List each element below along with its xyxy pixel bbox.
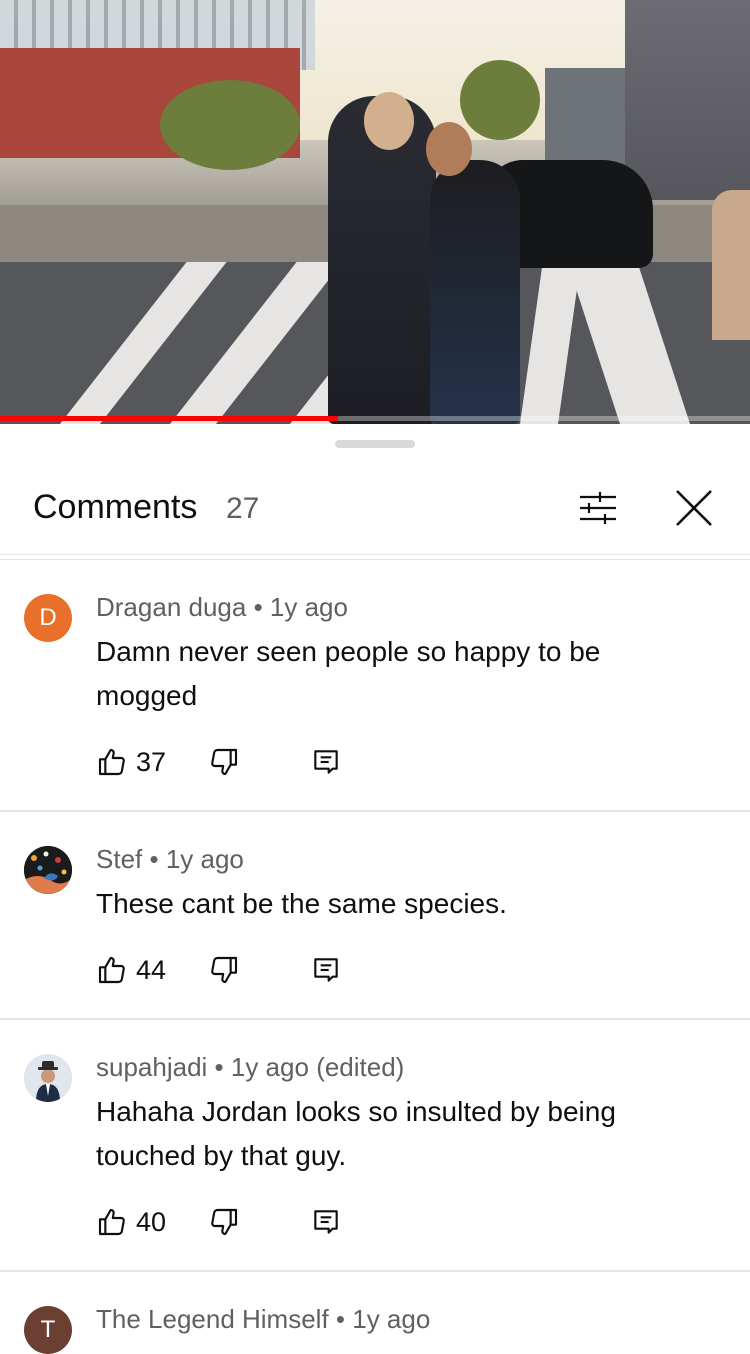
like-button[interactable]: 44 [96,950,166,990]
video-progress-fill [0,416,338,421]
reply-icon [314,958,338,982]
comment-actions: 37 [96,742,356,782]
video-frame-tree [160,80,300,170]
sort-button[interactable] [575,485,621,531]
reply-icon [314,750,338,774]
comment-meta: Stef • 1y ago [96,844,244,874]
dislike-button[interactable] [208,1206,240,1238]
avatar-letter: D [39,604,57,631]
video-player[interactable] [0,0,750,424]
dislike-button[interactable] [208,954,240,986]
reply-button[interactable] [310,746,342,778]
like-count: 44 [136,954,167,985]
comment-divider [0,1018,750,1020]
like-count: 37 [136,746,167,777]
comment-time: 1y ago [269,592,348,622]
thumbs-down-icon [211,1208,238,1236]
thumbs-up-icon [98,748,125,776]
comment-meta: supahjadi • 1y ago (edited) [96,1052,405,1082]
avatar-image [24,1054,72,1102]
video-frame-person-head [426,122,472,176]
edited-label: (edited) [316,1052,405,1082]
comment-meta: The Legend Himself • 1y ago [96,1304,431,1334]
comment-author[interactable]: supahjadi [96,1052,207,1082]
thumbs-up-icon [98,1208,125,1236]
comments-panel: Comments 27 D Dragan duga • 1y ago Damn … [0,424,750,1354]
comment-author[interactable]: Dragan duga [96,592,246,622]
comment-time: 1y ago [230,1052,309,1082]
sort-filter-icon [580,492,616,524]
close-icon [676,490,712,526]
video-frame-person [712,190,750,340]
avatar-letter: T [40,1316,56,1343]
comment-time: 1y ago [165,844,244,874]
video-frame-person [430,160,520,424]
video-frame-tree [460,60,540,140]
comments-header: Comments 27 [0,480,750,540]
comment-count: 27 [226,492,260,525]
avatar[interactable]: D [24,594,72,642]
comment-meta: Dragan duga • 1y ago [96,592,348,622]
video-frame-building [625,0,750,200]
drag-handle[interactable] [335,440,415,448]
video-frame-person-head [364,92,414,150]
comment-actions: 40 [96,1202,356,1242]
reply-button[interactable] [310,954,342,986]
like-button[interactable]: 40 [96,1202,166,1242]
reply-button[interactable] [310,1206,342,1238]
comment-text: Damn never seen people so happy to be mo… [96,636,601,711]
close-button[interactable] [671,485,717,531]
avatar[interactable] [24,1054,72,1102]
comment-text: These cant be the same species. [96,888,507,919]
like-button[interactable]: 37 [96,742,166,782]
comment-divider [0,1270,750,1272]
avatar[interactable]: T [24,1306,72,1354]
thumbs-down-icon [211,956,238,984]
thumbs-down-icon [211,748,238,776]
comment-time: 1y ago [352,1304,431,1334]
avatar[interactable] [24,846,72,894]
comment-author[interactable]: The Legend Himself [96,1304,329,1334]
avatar-image [24,846,72,894]
dislike-button[interactable] [208,746,240,778]
comment-text: Hahaha Jordan looks so insulted by being… [96,1096,616,1171]
thumbs-up-icon [98,956,125,984]
video-progress-bar[interactable] [0,416,750,421]
comment-divider [0,810,750,812]
header-divider [0,554,750,560]
comment-actions: 44 [96,950,356,990]
comment-author[interactable]: Stef [96,844,142,874]
like-count: 40 [136,1206,167,1237]
reply-icon [314,1210,338,1234]
panel-title: Comments [33,488,198,526]
